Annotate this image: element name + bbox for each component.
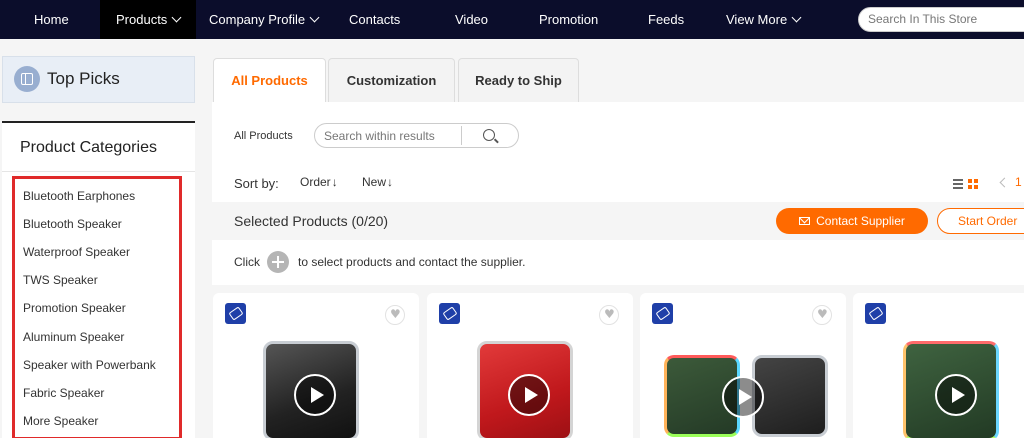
verified-badge-icon (225, 303, 246, 324)
nav-view-more-label: View More (726, 12, 788, 27)
category-bluetooth-speaker[interactable]: Bluetooth Speaker (23, 217, 122, 231)
tab-all-products[interactable]: All Products (213, 58, 326, 103)
play-icon[interactable] (294, 374, 336, 416)
nav-home[interactable]: Home (34, 0, 69, 39)
chevron-down-icon (791, 12, 802, 23)
sort-arrow-icon: ↓ (387, 175, 394, 189)
category-bluetooth-earphones[interactable]: Bluetooth Earphones (23, 189, 135, 203)
product-card[interactable] (213, 293, 419, 438)
product-card[interactable] (427, 293, 633, 438)
verified-badge-icon (652, 303, 673, 324)
category-fabric-speaker[interactable]: Fabric Speaker (23, 386, 104, 400)
grid-icon (14, 66, 40, 92)
category-tws-speaker[interactable]: TWS Speaker (23, 273, 98, 287)
divider (461, 126, 462, 145)
nav-view-more[interactable]: View More (726, 0, 802, 39)
nav-products-label: Products (116, 12, 168, 27)
heart-icon[interactable] (599, 305, 619, 325)
sort-label: Sort by: (234, 176, 279, 191)
play-icon[interactable] (935, 374, 977, 416)
chevron-down-icon (309, 12, 320, 23)
start-order-button[interactable]: Start Order (937, 208, 1024, 234)
product-card[interactable] (853, 293, 1024, 438)
hint-click: Click (234, 255, 260, 269)
nav-company-profile-label: Company Profile (209, 12, 306, 27)
contact-supplier-label: Contact Supplier (816, 214, 905, 228)
category-speaker-with-powerbank[interactable]: Speaker with Powerbank (23, 358, 156, 372)
list-view-icon[interactable] (953, 179, 963, 189)
selection-bar: Selected Products (0/20) Contact Supplie… (212, 202, 1024, 240)
category-list-highlight: Bluetooth Earphones Bluetooth Speaker Wa… (12, 176, 182, 438)
product-card[interactable] (640, 293, 846, 438)
divider (2, 171, 195, 172)
category-waterproof-speaker[interactable]: Waterproof Speaker (23, 245, 130, 259)
products-panel: All Products Search within results Sort … (212, 102, 1024, 285)
nav-feeds[interactable]: Feeds (648, 0, 684, 39)
sort-order-label: Order (300, 175, 331, 189)
sort-order-button[interactable]: Order↓ (300, 175, 338, 189)
view-toggle (953, 178, 979, 190)
selected-products-count: Selected Products (0/20) (234, 213, 389, 229)
sort-new-button[interactable]: New↓ (362, 175, 393, 189)
search-icon[interactable] (483, 129, 495, 141)
tab-customization[interactable]: Customization (328, 58, 455, 102)
category-promotion-speaker[interactable]: Promotion Speaker (23, 301, 126, 315)
top-picks-label: Top Picks (47, 69, 120, 88)
chevron-down-icon (171, 12, 182, 23)
tab-ready-to-ship[interactable]: Ready to Ship (458, 58, 579, 102)
play-icon[interactable] (508, 374, 550, 416)
nav-company-profile[interactable]: Company Profile (209, 0, 320, 39)
product-categories-panel: Product Categories Bluetooth Earphones B… (2, 121, 195, 438)
nav-products[interactable]: Products (100, 0, 196, 39)
nav-contacts[interactable]: Contacts (349, 0, 400, 39)
product-categories-title: Product Categories (20, 139, 157, 156)
sort-arrow-icon: ↓ (331, 175, 338, 189)
heart-icon[interactable] (812, 305, 832, 325)
category-aluminum-speaker[interactable]: Aluminum Speaker (23, 330, 124, 344)
grid-view-icon[interactable] (968, 179, 978, 189)
mail-icon (799, 217, 811, 225)
results-search-placeholder: Search within results (324, 129, 435, 143)
verified-badge-icon (865, 303, 886, 324)
nav-promotion[interactable]: Promotion (539, 0, 598, 39)
sort-new-label: New (362, 175, 387, 189)
verified-badge-icon (439, 303, 460, 324)
contact-supplier-button[interactable]: Contact Supplier (776, 208, 928, 234)
store-search-input[interactable]: Search In This Store (858, 7, 1024, 32)
plus-circle-icon[interactable] (267, 251, 289, 273)
page-number: 1 (1015, 175, 1022, 189)
category-more-speaker[interactable]: More Speaker (23, 414, 98, 428)
breadcrumb[interactable]: All Products (234, 130, 293, 142)
hint-text: to select products and contact the suppl… (298, 255, 526, 269)
nav-video[interactable]: Video (455, 0, 488, 39)
play-icon[interactable] (722, 376, 764, 418)
results-search-input[interactable]: Search within results (314, 123, 519, 148)
heart-icon[interactable] (385, 305, 405, 325)
top-picks[interactable]: Top Picks (2, 56, 195, 103)
top-navigation: Home Products Company Profile Contacts V… (0, 0, 1024, 39)
chevron-left-icon[interactable] (999, 177, 1010, 188)
